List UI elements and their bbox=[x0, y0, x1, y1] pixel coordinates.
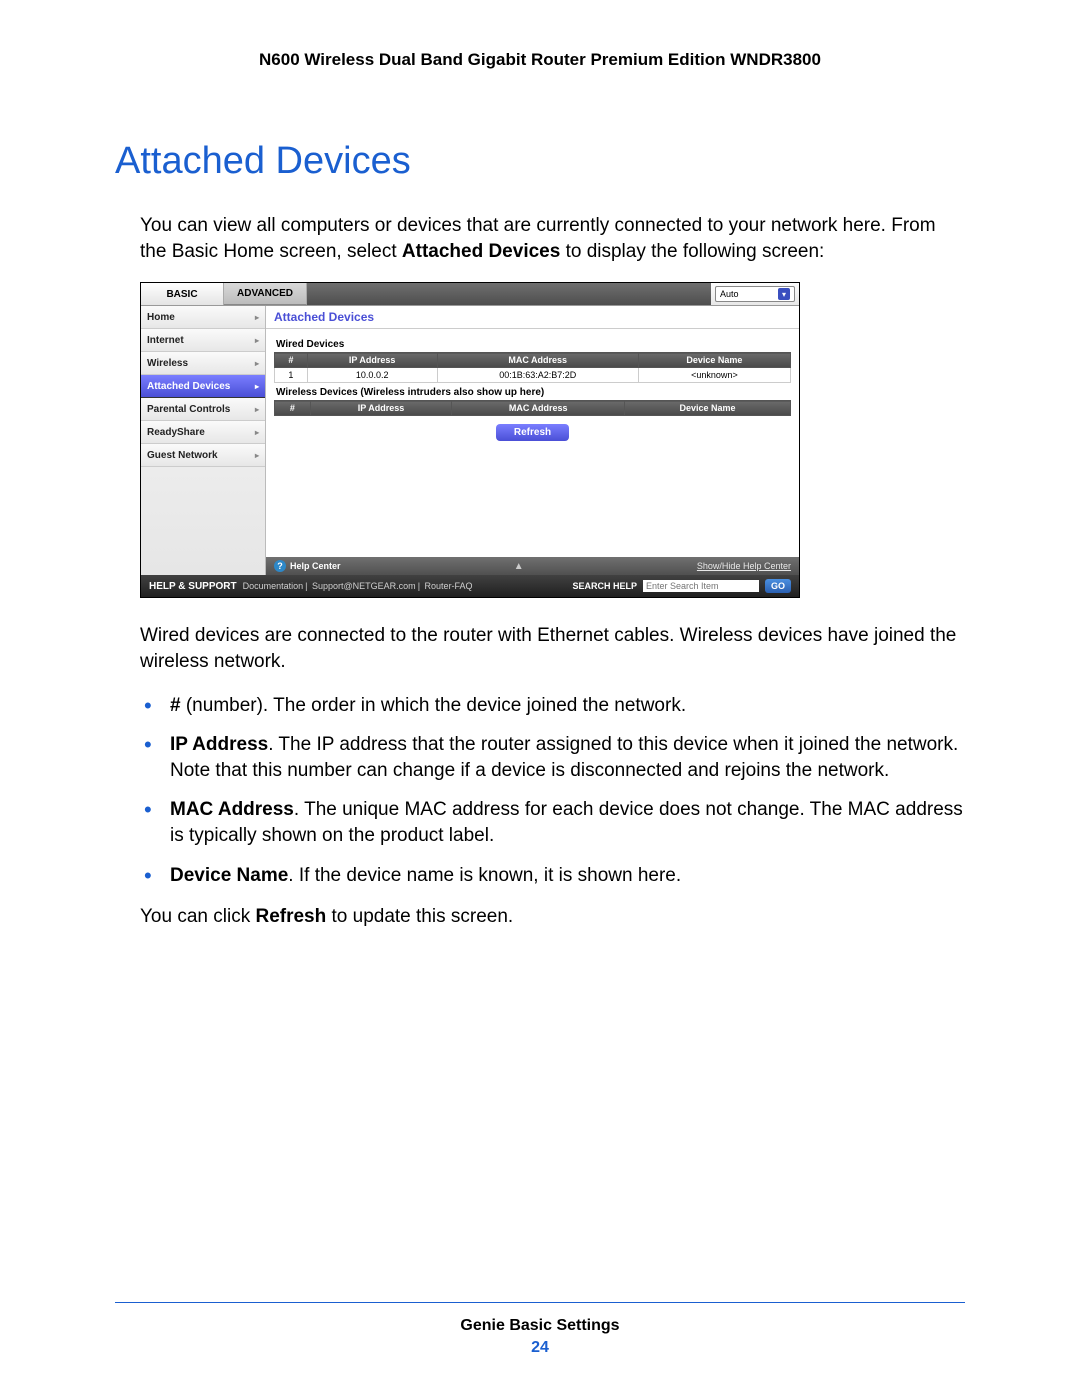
list-item: # (number). The order in which the devic… bbox=[140, 693, 965, 719]
language-value: Auto bbox=[720, 289, 739, 299]
footer-section: Genie Basic Settings bbox=[0, 1317, 1080, 1335]
page-title: Attached Devices bbox=[115, 140, 965, 183]
tab-basic[interactable]: BASIC bbox=[141, 283, 224, 305]
sidebar-item-parental-controls[interactable]: Parental Controls▸ bbox=[141, 398, 265, 421]
sidebar-item-guest-network[interactable]: Guest Network▸ bbox=[141, 444, 265, 467]
footer-link-faq[interactable]: Router-FAQ bbox=[425, 581, 473, 591]
search-help-label: SEARCH HELP bbox=[572, 581, 637, 591]
footer-link-support[interactable]: Support@NETGEAR.com bbox=[312, 581, 416, 591]
wireless-table: # IP Address MAC Address Device Name bbox=[274, 400, 791, 416]
after-screenshot-paragraph: Wired devices are connected to the route… bbox=[115, 623, 965, 674]
closing-paragraph: You can click Refresh to update this scr… bbox=[115, 904, 965, 930]
bullet-list: # (number). The order in which the devic… bbox=[115, 693, 965, 889]
ss-main-title: Attached Devices bbox=[266, 306, 799, 329]
chevron-right-icon: ▸ bbox=[255, 451, 259, 460]
table-header-row: # IP Address MAC Address Device Name bbox=[275, 353, 791, 368]
sidebar-item-attached-devices[interactable]: Attached Devices▸ bbox=[141, 375, 265, 398]
footer-page-number: 24 bbox=[0, 1339, 1080, 1357]
footer-link-documentation[interactable]: Documentation bbox=[243, 581, 304, 591]
sidebar: Home▸ Internet▸ Wireless▸ Attached Devic… bbox=[141, 306, 266, 575]
chevron-right-icon: ▸ bbox=[255, 382, 259, 391]
list-item: IP Address. The IP address that the rout… bbox=[140, 732, 965, 783]
sidebar-item-wireless[interactable]: Wireless▸ bbox=[141, 352, 265, 375]
chevron-right-icon: ▸ bbox=[255, 405, 259, 414]
footer-links: Documentation| Support@NETGEAR.com| Rout… bbox=[243, 581, 473, 591]
help-support-label: HELP & SUPPORT bbox=[149, 581, 237, 592]
ss-top-spacer bbox=[307, 283, 711, 305]
help-center-bar: ? Help Center ▲ Show/Hide Help Center bbox=[266, 557, 799, 575]
page-footer: Genie Basic Settings 24 bbox=[0, 1302, 1080, 1357]
doc-header: N600 Wireless Dual Band Gigabit Router P… bbox=[115, 50, 965, 70]
chevron-down-icon: ▾ bbox=[778, 288, 790, 300]
collapse-arrow-icon[interactable]: ▲ bbox=[514, 561, 524, 572]
wireless-label: Wireless Devices (Wireless intruders als… bbox=[276, 387, 791, 398]
intro-paragraph: You can view all computers or devices th… bbox=[115, 213, 965, 264]
language-select[interactable]: Auto ▾ bbox=[715, 286, 795, 302]
ss-main: Attached Devices Wired Devices # IP Addr… bbox=[266, 306, 799, 575]
sidebar-item-readyshare[interactable]: ReadyShare▸ bbox=[141, 421, 265, 444]
table-header-row: # IP Address MAC Address Device Name bbox=[275, 401, 791, 416]
ss-top-bar: BASIC ADVANCED Auto ▾ bbox=[141, 283, 799, 306]
router-screenshot: BASIC ADVANCED Auto ▾ Home▸ Internet▸ Wi… bbox=[140, 282, 800, 598]
chevron-right-icon: ▸ bbox=[255, 313, 259, 322]
wired-table: # IP Address MAC Address Device Name 1 1… bbox=[274, 352, 791, 383]
help-toggle-link[interactable]: Show/Hide Help Center bbox=[697, 561, 791, 571]
go-button[interactable]: GO bbox=[765, 579, 791, 593]
list-item: MAC Address. The unique MAC address for … bbox=[140, 797, 965, 848]
tab-advanced[interactable]: ADVANCED bbox=[224, 283, 307, 305]
help-icon: ? bbox=[274, 560, 286, 572]
list-item: Device Name. If the device name is known… bbox=[140, 863, 965, 889]
refresh-button[interactable]: Refresh bbox=[496, 424, 569, 441]
ss-footer-bar: HELP & SUPPORT Documentation| Support@NE… bbox=[141, 575, 799, 597]
help-center-label[interactable]: Help Center bbox=[290, 561, 341, 571]
sidebar-item-home[interactable]: Home▸ bbox=[141, 306, 265, 329]
chevron-right-icon: ▸ bbox=[255, 428, 259, 437]
table-row: 1 10.0.0.2 00:1B:63:A2:B7:2D <unknown> bbox=[275, 368, 791, 383]
search-help-input[interactable] bbox=[643, 580, 759, 592]
chevron-right-icon: ▸ bbox=[255, 359, 259, 368]
chevron-right-icon: ▸ bbox=[255, 336, 259, 345]
footer-rule bbox=[115, 1302, 965, 1303]
wired-label: Wired Devices bbox=[276, 339, 791, 350]
sidebar-item-internet[interactable]: Internet▸ bbox=[141, 329, 265, 352]
